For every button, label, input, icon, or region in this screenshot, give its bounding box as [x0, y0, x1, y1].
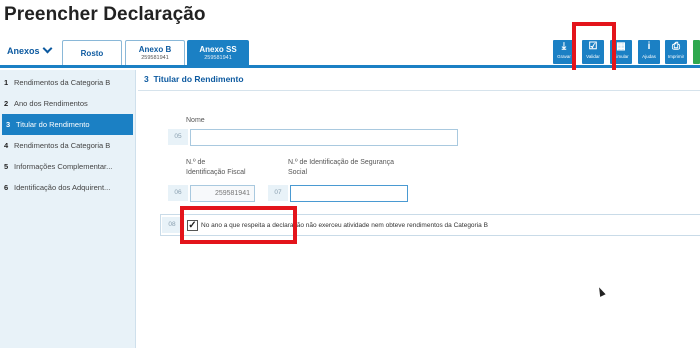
ajudas-button[interactable]: i Ajudas [638, 40, 660, 64]
section-divider [138, 90, 700, 91]
tab-anexo-ss[interactable]: Anexo SS 259581941 [187, 40, 249, 66]
section-title: 3 Titular do Rendimento [144, 74, 244, 84]
niss-label-line1: N.º de Identificação de Segurança [288, 159, 395, 166]
tab-label: Anexo B [138, 45, 172, 54]
submit-button[interactable] [693, 40, 700, 64]
sidebar-item-label: Rendimentos da Categoria B [14, 78, 111, 87]
nome-label: Nome [186, 117, 205, 124]
sidebar-item-informacoes-complementares[interactable]: 5 Informações Complementar... [0, 156, 135, 177]
chevron-down-icon [42, 43, 52, 54]
sidebar-item-rendimentos-categoria-b[interactable]: 1 Rendimentos da Categoria B [0, 72, 135, 93]
sidebar-item-num: 2 [4, 99, 9, 108]
sidebar-item-num: 6 [4, 183, 9, 192]
tab-label: Rosto [80, 49, 104, 58]
section-num: 3 [144, 74, 149, 84]
sidebar-item-label: Titular do Rendimento [16, 120, 90, 129]
anexos-label: Anexos [7, 46, 40, 56]
sidebar-item-label: Rendimentos da Categoria B [14, 141, 111, 150]
sidebar-item-num: 1 [4, 78, 9, 87]
printer-icon: ⎙ [672, 41, 680, 52]
sidebar-item-label: Identificação dos Adquirent... [14, 183, 111, 192]
tab-rosto[interactable]: Rosto [62, 40, 122, 66]
sidebar-item-titular-rendimento[interactable]: 3 Titular do Rendimento [2, 114, 133, 135]
field-num-07: 07 [268, 185, 288, 201]
field-num-05: 05 [168, 129, 188, 145]
sidebar-item-label: Informações Complementar... [14, 162, 113, 171]
sidebar-item-ano-rendimentos[interactable]: 2 Ano dos Rendimentos [0, 93, 135, 114]
anexos-dropdown[interactable]: Anexos [7, 43, 52, 56]
highlight-box-checkbox [180, 206, 297, 244]
nif-input[interactable]: 259581941 [190, 185, 255, 202]
sidebar-item-identificacao-adquirentes[interactable]: 6 Identificação dos Adquirent... [0, 177, 135, 198]
nif-label-line2: Identificação Fiscal [186, 169, 246, 176]
field-num-08: 08 [162, 217, 182, 233]
section-label: Titular do Rendimento [153, 74, 244, 84]
nome-input[interactable] [190, 129, 458, 146]
sidebar-item-num: 5 [4, 162, 9, 171]
niss-label-line2: Social [288, 169, 308, 176]
sidebar-item-num: 3 [6, 120, 11, 129]
button-label: Imprimir [667, 54, 685, 59]
niss-input[interactable] [290, 185, 408, 202]
tab-anexo-b[interactable]: Anexo B 259581941 [125, 40, 185, 66]
button-label: Ajudas [642, 54, 656, 59]
imprimir-button[interactable]: ⎙ Imprimir [665, 40, 687, 64]
sidebar-item-rendimentos-categoria-b-2[interactable]: 4 Rendimentos da Categoria B [0, 135, 135, 156]
sidebar-item-label: Ano dos Rendimentos [14, 99, 88, 108]
sidebar-item-num: 4 [4, 141, 9, 150]
sidebar: 1 Rendimentos da Categoria B 2 Ano dos Ren… [0, 70, 136, 348]
page-title: Preencher Declaração [4, 4, 206, 25]
tab-label: Anexo SS [199, 45, 237, 54]
tab-nif: 259581941 [204, 55, 232, 61]
nif-label: N.º de Identificação Fiscal [186, 158, 246, 178]
niss-label: N.º de Identificação de Segurança Social [288, 158, 394, 178]
nif-label-line1: N.º de [186, 159, 206, 166]
info-icon: i [647, 41, 651, 52]
field-num-06: 06 [168, 185, 188, 201]
tab-nif: 259581941 [141, 55, 169, 61]
